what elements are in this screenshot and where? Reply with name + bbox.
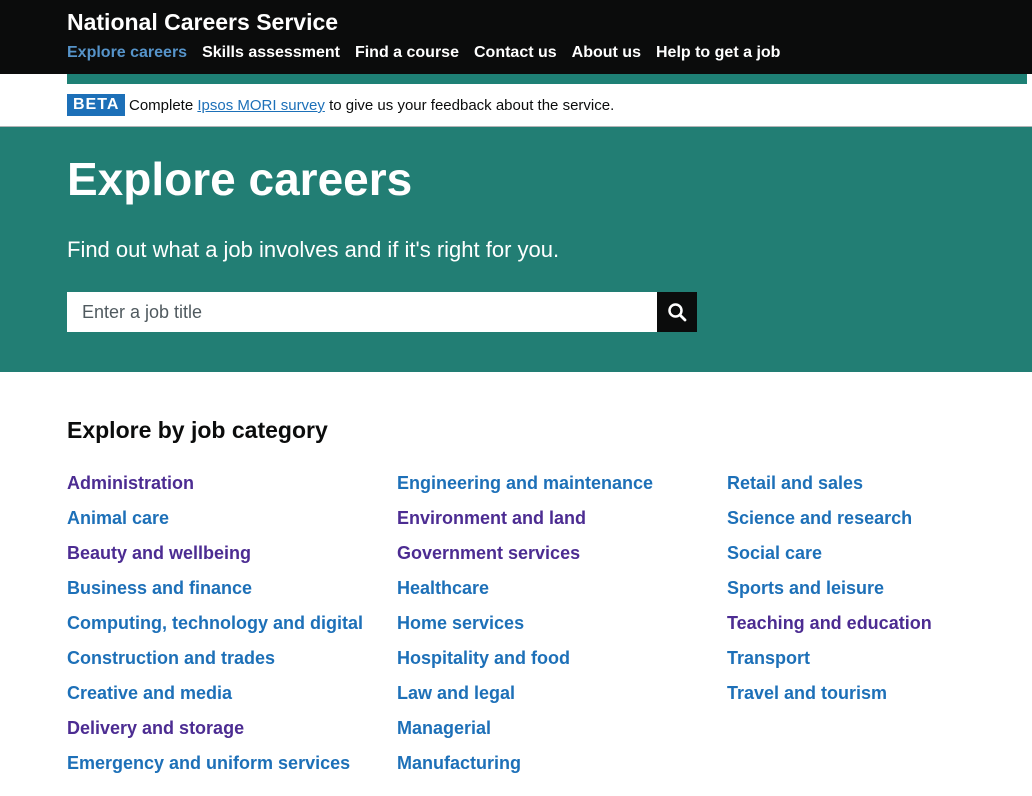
nav-skills-assessment[interactable]: Skills assessment <box>202 44 340 61</box>
category-link-government-services[interactable]: Government services <box>397 543 580 563</box>
main-nav: Explore careers Skills assessment Find a… <box>67 44 780 62</box>
category-link-social-care[interactable]: Social care <box>727 543 822 563</box>
list-item: Teaching and education <box>727 610 1032 645</box>
list-item: Creative and media <box>67 680 397 715</box>
list-item: Healthcare <box>397 575 727 610</box>
hero-subtitle: Find out what a job involves and if it's… <box>67 237 560 262</box>
list-item: Travel and tourism <box>727 680 1032 715</box>
nav-about-us[interactable]: About us <box>572 44 641 61</box>
category-link-transport[interactable]: Transport <box>727 648 810 668</box>
nav-item: Help to get a job <box>656 44 780 62</box>
category-link-science-and-research[interactable]: Science and research <box>727 508 912 528</box>
category-link-engineering[interactable]: Engineering and maintenance <box>397 473 653 493</box>
beta-banner: BETA Complete Ipsos MORI survey to give … <box>0 84 1032 127</box>
list-item: Emergency and uniform services <box>67 750 397 785</box>
nav-find-a-course[interactable]: Find a course <box>355 44 459 61</box>
list-item: Government services <box>397 540 727 575</box>
category-link-retail-and-sales[interactable]: Retail and sales <box>727 473 863 493</box>
site-brand-link[interactable]: National Careers Service <box>67 9 338 36</box>
list-item: Retail and sales <box>727 470 1032 505</box>
category-link-beauty-and-wellbeing[interactable]: Beauty and wellbeing <box>67 543 251 563</box>
list-item: Science and research <box>727 505 1032 540</box>
job-title-search-input[interactable] <box>67 292 657 332</box>
category-link-animal-care[interactable]: Animal care <box>67 508 169 528</box>
hero-section: Explore careers Find out what a job invo… <box>0 127 1032 372</box>
job-category-list: Administration Animal care Beauty and we… <box>67 470 1032 785</box>
list-item: Beauty and wellbeing <box>67 540 397 575</box>
header-accent-strip <box>67 74 1027 84</box>
category-link-managerial[interactable]: Managerial <box>397 718 491 738</box>
search-button[interactable] <box>657 292 697 332</box>
category-link-construction[interactable]: Construction and trades <box>67 648 275 668</box>
category-link-law-and-legal[interactable]: Law and legal <box>397 683 515 703</box>
nav-help-to-get-a-job[interactable]: Help to get a job <box>656 44 780 61</box>
categories-heading: Explore by job category <box>67 417 328 443</box>
list-item: Manufacturing <box>397 750 727 785</box>
nav-item: About us <box>572 44 641 62</box>
category-column: Administration Animal care Beauty and we… <box>67 470 397 785</box>
beta-tag: BETA <box>67 94 126 116</box>
category-link-computing[interactable]: Computing, technology and digital <box>67 613 363 633</box>
list-item: Animal care <box>67 505 397 540</box>
list-item: Hospitality and food <box>397 645 727 680</box>
category-link-administration[interactable]: Administration <box>67 473 194 493</box>
category-link-delivery-and-storage[interactable]: Delivery and storage <box>67 718 244 738</box>
nav-contact-us[interactable]: Contact us <box>474 44 557 61</box>
list-item: Sports and leisure <box>727 575 1032 610</box>
nav-item: Find a course <box>355 44 459 62</box>
list-item: Computing, technology and digital <box>67 610 397 645</box>
nav-item: Explore careers <box>67 44 187 62</box>
list-item: Managerial <box>397 715 727 750</box>
category-column: Engineering and maintenance Environment … <box>397 470 727 785</box>
category-link-healthcare[interactable]: Healthcare <box>397 578 489 598</box>
list-item: Delivery and storage <box>67 715 397 750</box>
list-item: Construction and trades <box>67 645 397 680</box>
beta-text-after: to give us your feedback about the servi… <box>324 97 615 114</box>
category-link-sports-and-leisure[interactable]: Sports and leisure <box>727 578 884 598</box>
site-header: National Careers Service Explore careers… <box>0 0 1032 74</box>
nav-item: Skills assessment <box>202 44 340 62</box>
category-link-emergency-services[interactable]: Emergency and uniform services <box>67 753 350 773</box>
list-item: Environment and land <box>397 505 727 540</box>
category-column: Retail and sales Science and research So… <box>727 470 1032 785</box>
nav-explore-careers[interactable]: Explore careers <box>67 44 187 61</box>
beta-text-before: Complete <box>129 97 198 114</box>
list-item: Home services <box>397 610 727 645</box>
list-item: Law and legal <box>397 680 727 715</box>
survey-link[interactable]: Ipsos MORI survey <box>197 97 325 114</box>
category-link-creative-and-media[interactable]: Creative and media <box>67 683 232 703</box>
search-icon <box>668 303 687 322</box>
page-title: Explore careers <box>67 153 413 205</box>
category-link-business-and-finance[interactable]: Business and finance <box>67 578 252 598</box>
category-link-travel-and-tourism[interactable]: Travel and tourism <box>727 683 887 703</box>
category-link-home-services[interactable]: Home services <box>397 613 524 633</box>
category-link-environment-and-land[interactable]: Environment and land <box>397 508 586 528</box>
list-item: Business and finance <box>67 575 397 610</box>
category-link-manufacturing[interactable]: Manufacturing <box>397 753 521 773</box>
list-item: Administration <box>67 470 397 505</box>
job-search-form <box>67 292 697 332</box>
list-item: Transport <box>727 645 1032 680</box>
list-item: Social care <box>727 540 1032 575</box>
list-item: Engineering and maintenance <box>397 470 727 505</box>
category-link-hospitality-and-food[interactable]: Hospitality and food <box>397 648 570 668</box>
beta-message: Complete Ipsos MORI survey to give us yo… <box>129 97 614 114</box>
nav-item: Contact us <box>474 44 557 62</box>
category-link-teaching-and-education[interactable]: Teaching and education <box>727 613 932 633</box>
